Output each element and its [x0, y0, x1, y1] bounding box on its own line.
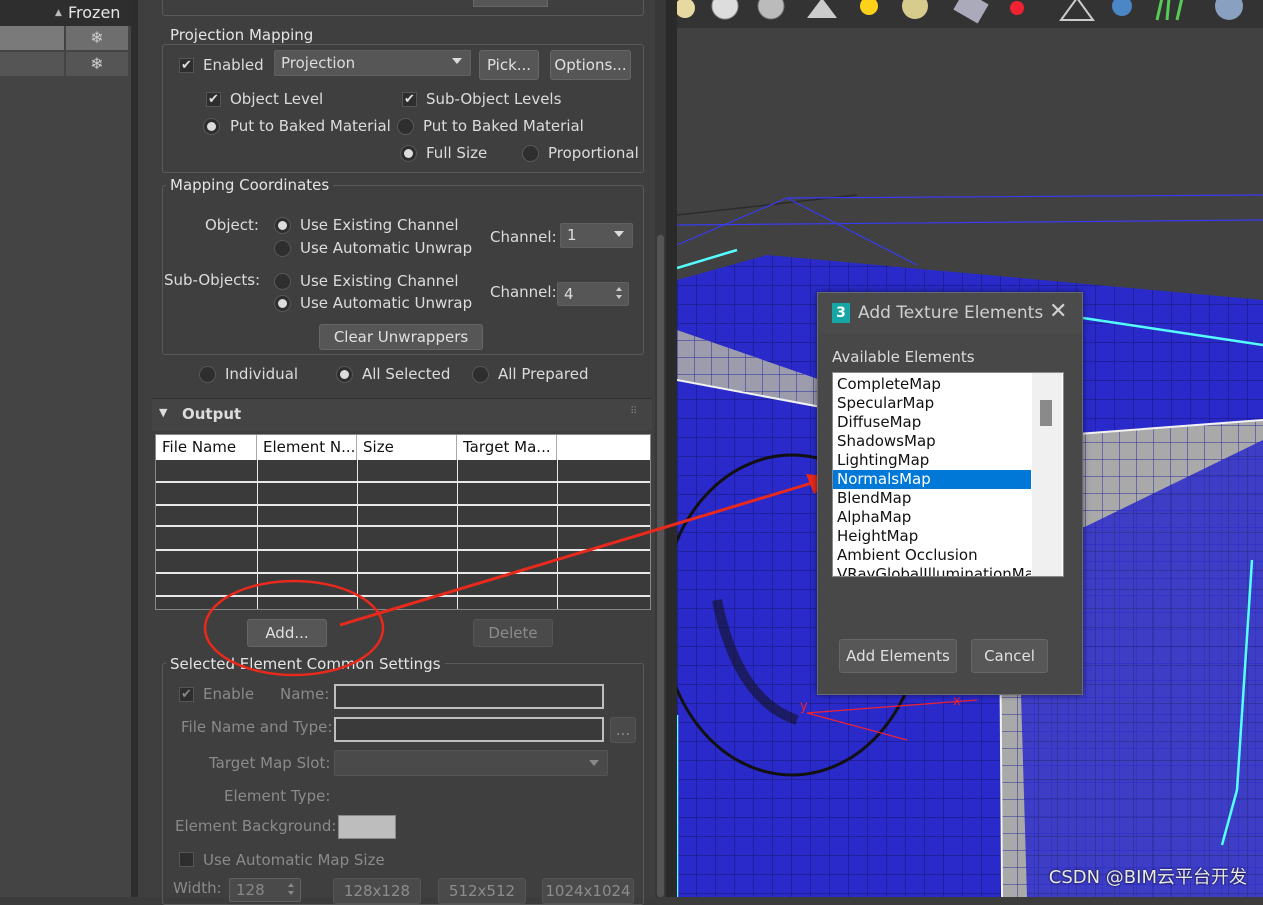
list-item[interactable]: LightingMap [833, 451, 1031, 470]
add-elements-button[interactable]: Add Elements [839, 639, 957, 673]
list-item[interactable]: AlphaMap [833, 508, 1031, 527]
dialog-title: Add Texture Elements [858, 303, 1044, 323]
add-texture-elements-dialog: 3 Add Texture Elements ✕ Available Eleme… [817, 292, 1083, 695]
cancel-button[interactable]: Cancel [971, 639, 1048, 673]
list-item-selected[interactable]: NormalsMap [833, 470, 1031, 489]
dialog-title-bar[interactable]: 3 Add Texture Elements ✕ [818, 293, 1082, 333]
add-button-annotation-circle [203, 579, 385, 677]
list-item[interactable]: BlendMap [833, 489, 1031, 508]
watermark-text: CSDN @BIM云平台开发 [1048, 867, 1247, 888]
available-elements-list[interactable]: CompleteMap SpecularMap DiffuseMap Shado… [832, 372, 1064, 577]
list-item[interactable]: Ambient Occlusion [833, 546, 1031, 565]
close-icon[interactable]: ✕ [1049, 299, 1067, 324]
annotation-arrow-line [339, 481, 813, 627]
list-item[interactable]: CompleteMap [833, 375, 1031, 394]
list-item[interactable]: DiffuseMap [833, 413, 1031, 432]
list-item[interactable]: VRayGlobalIlluminationMap [833, 565, 1031, 576]
list-item[interactable]: HeightMap [833, 527, 1031, 546]
list-scrollbar-thumb[interactable] [1040, 400, 1052, 426]
3dsmax-app-icon: 3 [832, 303, 850, 323]
list-item[interactable]: SpecularMap [833, 394, 1031, 413]
available-elements-label: Available Elements [832, 348, 975, 366]
list-item[interactable]: ShadowsMap [833, 432, 1031, 451]
